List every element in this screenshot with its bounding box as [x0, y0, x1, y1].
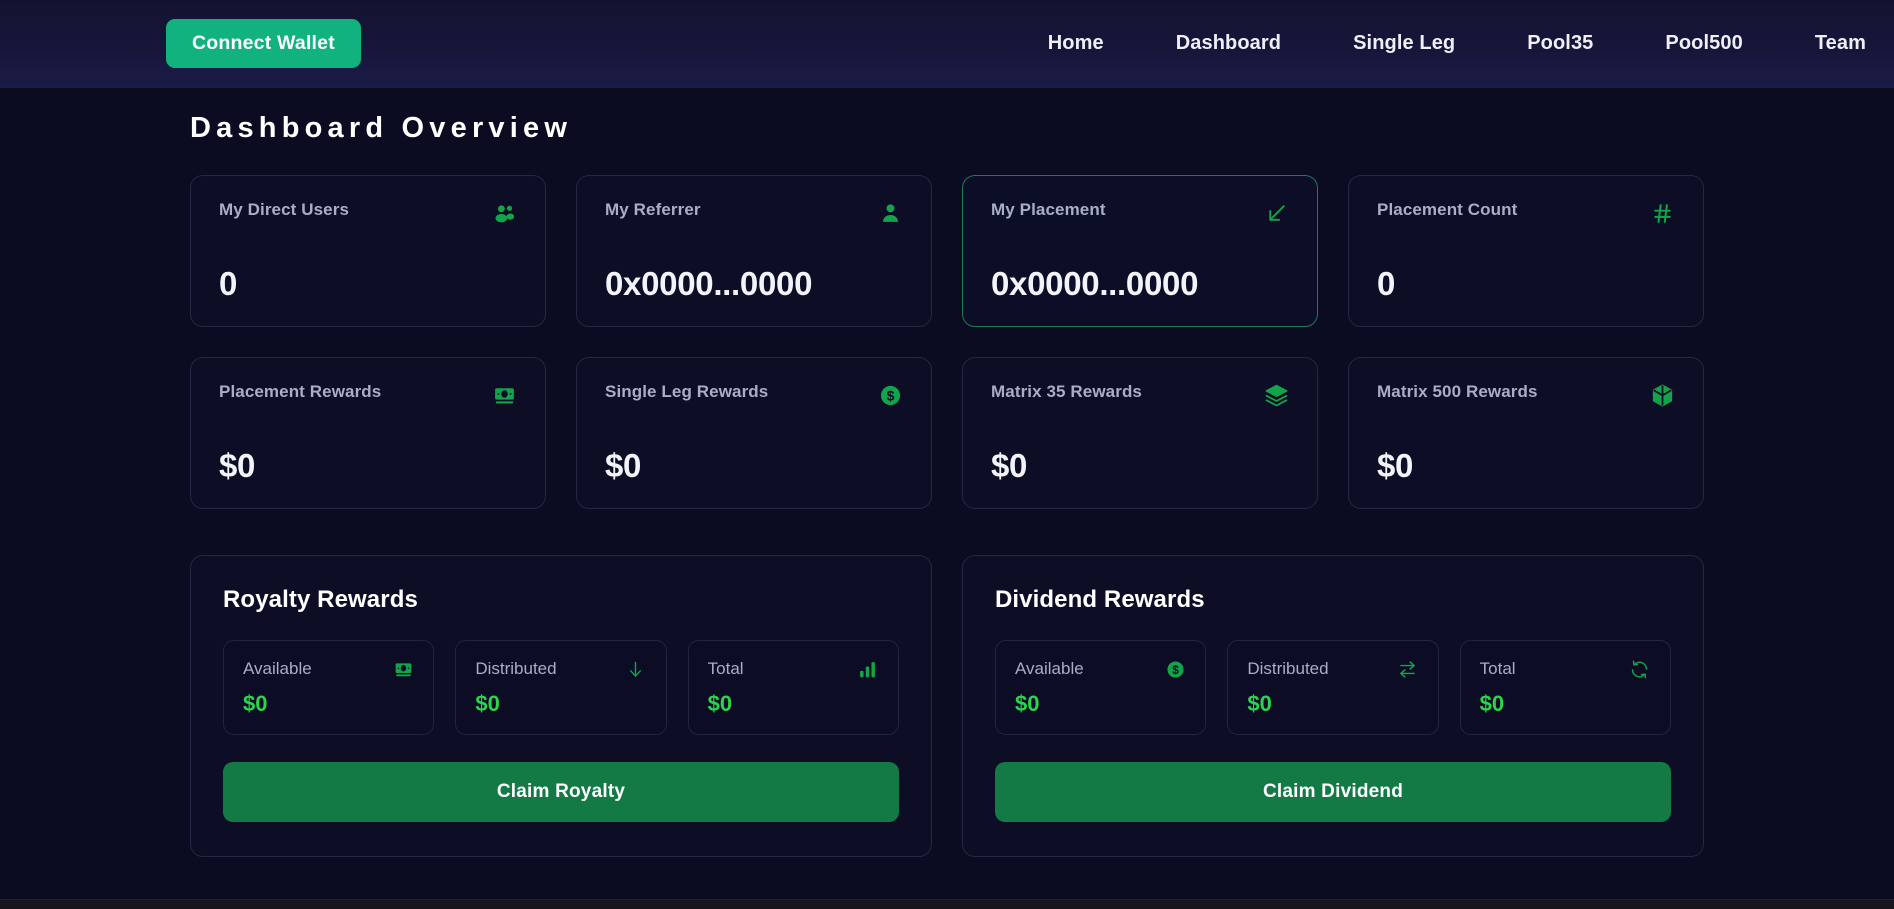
stat-card-header: My Referrer	[605, 200, 903, 226]
stat-card-label: Single Leg Rewards	[605, 382, 768, 402]
stat-card-header: My Placement	[991, 200, 1289, 226]
stat-card-label: My Placement	[991, 200, 1106, 220]
metric-card-value: $0	[1247, 693, 1418, 715]
cube-icon	[1649, 382, 1675, 408]
stat-card: My Placement 0x0000...0000	[962, 175, 1318, 327]
royalty-metrics-grid: Available $0Distributed $0Total $0	[223, 640, 899, 735]
top-header: Connect Wallet Home Dashboard Single Leg Po…	[0, 0, 1894, 88]
dollar-circle-icon: $	[877, 382, 903, 408]
metric-card-label: Available	[1015, 659, 1084, 679]
stat-card-header: Matrix 35 Rewards	[991, 382, 1289, 408]
metric-card-header: Available $	[1015, 658, 1186, 680]
metric-card: Distributed $0	[455, 640, 666, 735]
metric-card-value: $0	[243, 693, 414, 715]
stat-card-value: 0	[1377, 245, 1675, 300]
users-icon	[491, 200, 517, 226]
stat-card-label: Matrix 35 Rewards	[991, 382, 1142, 402]
refresh-cycle-icon	[1629, 658, 1651, 680]
page-title: Dashboard Overview	[0, 88, 1894, 145]
banknote-icon	[491, 382, 517, 408]
stat-card-header: My Direct Users	[219, 200, 517, 226]
arrow-down-left-icon	[1263, 200, 1289, 226]
metric-card-header: Total	[1480, 658, 1651, 680]
metric-card: Distributed $0	[1227, 640, 1438, 735]
royalty-rewards-panel: Royalty Rewards Available $0Distributed …	[190, 555, 932, 857]
exchange-arrows-icon	[1397, 658, 1419, 680]
claim-royalty-button[interactable]: Claim Royalty	[223, 762, 899, 822]
connect-wallet-button[interactable]: Connect Wallet	[166, 19, 361, 68]
metric-card-label: Distributed	[475, 659, 556, 679]
arrow-down-icon	[625, 658, 647, 680]
stat-card-value: $0	[219, 427, 517, 482]
metric-card: Available $ $0	[995, 640, 1206, 735]
stat-card-header: Single Leg Rewards $	[605, 382, 903, 408]
nav-item-pool35[interactable]: Pool35	[1527, 26, 1629, 61]
metric-card-value: $0	[708, 693, 879, 715]
stat-card-grid: My Direct Users 0My Referrer 0x0000...00…	[0, 175, 1894, 509]
bar-chart-icon	[857, 658, 879, 680]
bottom-strip	[0, 899, 1894, 909]
stat-card: Placement Count 0	[1348, 175, 1704, 327]
stat-card-label: My Direct Users	[219, 200, 349, 220]
stat-card-value: $0	[1377, 427, 1675, 482]
stat-card: My Direct Users 0	[190, 175, 546, 327]
metric-card-label: Total	[708, 659, 744, 679]
metric-card-label: Total	[1480, 659, 1516, 679]
stat-card-value: 0x0000...0000	[991, 245, 1289, 300]
metric-card-header: Available	[243, 658, 414, 680]
stat-card-header: Matrix 500 Rewards	[1377, 382, 1675, 408]
stat-card-label: Placement Rewards	[219, 382, 381, 402]
nav-item-home[interactable]: Home	[1048, 26, 1140, 61]
metric-card-value: $0	[1015, 693, 1186, 715]
dividend-metrics-grid: Available $$0Distributed $0Total $0	[995, 640, 1671, 735]
metric-card: Available $0	[223, 640, 434, 735]
metric-card-value: $0	[475, 693, 646, 715]
stat-card-header: Placement Count	[1377, 200, 1675, 226]
nav-item-team[interactable]: Team	[1815, 26, 1894, 61]
rewards-panels: Royalty Rewards Available $0Distributed …	[0, 555, 1894, 857]
metric-card-label: Distributed	[1247, 659, 1328, 679]
metric-card-header: Total	[708, 658, 879, 680]
metric-card-header: Distributed	[1247, 658, 1418, 680]
stat-card-value: 0	[219, 245, 517, 300]
stat-card: Matrix 500 Rewards $0	[1348, 357, 1704, 509]
stat-card: My Referrer 0x0000...0000	[576, 175, 932, 327]
hash-icon	[1649, 200, 1675, 226]
user-icon	[877, 200, 903, 226]
nav-item-pool500[interactable]: Pool500	[1665, 26, 1778, 61]
stat-card-label: My Referrer	[605, 200, 701, 220]
svg-text:$: $	[886, 387, 894, 403]
nav-item-single-leg[interactable]: Single Leg	[1353, 26, 1491, 61]
dividend-rewards-panel: Dividend Rewards Available $$0Distribute…	[962, 555, 1704, 857]
stat-card-value: $0	[991, 427, 1289, 482]
metric-card-value: $0	[1480, 693, 1651, 715]
banknote-icon	[392, 658, 414, 680]
metric-card: Total $0	[1460, 640, 1671, 735]
metric-card: Total $0	[688, 640, 899, 735]
claim-dividend-button[interactable]: Claim Dividend	[995, 762, 1671, 822]
stat-card: Matrix 35 Rewards $0	[962, 357, 1318, 509]
page-body: Dashboard Overview My Direct Users 0My R…	[0, 88, 1894, 909]
metric-card-label: Available	[243, 659, 312, 679]
svg-text:$: $	[1172, 662, 1179, 676]
stat-card-value: $0	[605, 427, 903, 482]
stat-card-label: Placement Count	[1377, 200, 1517, 220]
dividend-panel-title: Dividend Rewards	[995, 586, 1671, 614]
main-navigation: Home Dashboard Single Leg Pool35 Pool500 Team	[1012, 26, 1894, 61]
nav-item-dashboard[interactable]: Dashboard	[1176, 26, 1317, 61]
stat-card-label: Matrix 500 Rewards	[1377, 382, 1538, 402]
stat-card-value: 0x0000...0000	[605, 245, 903, 300]
stat-card: Single Leg Rewards $ $0	[576, 357, 932, 509]
royalty-panel-title: Royalty Rewards	[223, 586, 899, 614]
metric-card-header: Distributed	[475, 658, 646, 680]
stat-card-header: Placement Rewards	[219, 382, 517, 408]
dollar-circle-icon: $	[1164, 658, 1186, 680]
layers-icon	[1263, 382, 1289, 408]
stat-card: Placement Rewards $0	[190, 357, 546, 509]
